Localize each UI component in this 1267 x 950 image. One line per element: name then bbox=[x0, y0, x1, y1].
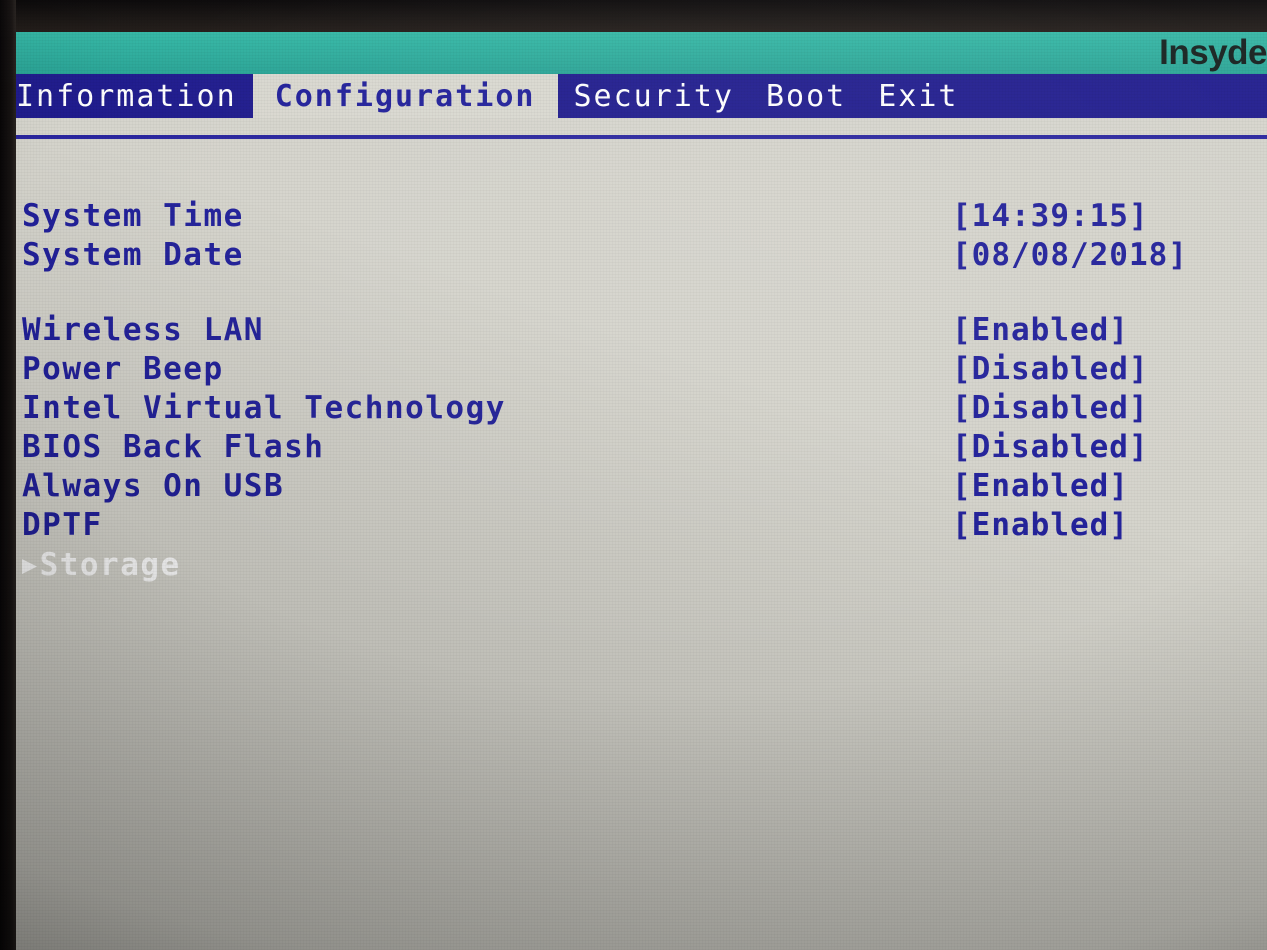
bios-brand-header: Insyde bbox=[0, 32, 1267, 74]
tabbar-filler bbox=[975, 74, 1267, 118]
setting-row-power-beep[interactable]: Power Beep [Disabled] bbox=[22, 350, 1262, 389]
tab-information[interactable]: Information bbox=[0, 74, 253, 118]
laptop-bezel-left bbox=[0, 0, 16, 950]
tab-configuration[interactable]: Configuration bbox=[252, 74, 558, 118]
setting-label-dptf: DPTF bbox=[22, 507, 103, 543]
tab-exit[interactable]: Exit bbox=[862, 74, 974, 118]
laptop-bezel-top bbox=[0, 0, 1267, 32]
setting-label-storage: ▶Storage bbox=[22, 545, 181, 585]
configuration-panel: System Time [14:39:15] System Date [08/0… bbox=[8, 135, 1267, 950]
setting-row-always-on-usb[interactable]: Always On USB [Enabled] bbox=[22, 467, 1262, 506]
setting-row-wireless-lan[interactable]: Wireless LAN [Enabled] bbox=[22, 311, 1262, 350]
setting-row-system-date[interactable]: System Date [08/08/2018] bbox=[22, 236, 1262, 275]
setting-row-storage-submenu[interactable]: ▶Storage bbox=[22, 545, 1262, 584]
setting-label-always-on-usb: Always On USB bbox=[22, 468, 285, 504]
setting-label-bios-back-flash: BIOS Back Flash bbox=[22, 429, 325, 465]
bios-setup-screen: Insyde Information Configuration Securit… bbox=[0, 0, 1267, 950]
setting-row-dptf[interactable]: DPTF [Enabled] bbox=[22, 506, 1262, 545]
submenu-arrow-icon: ▶ bbox=[22, 550, 39, 579]
settings-spacer-row bbox=[22, 275, 1262, 311]
setting-row-intel-virtual-technology[interactable]: Intel Virtual Technology [Disabled] bbox=[22, 389, 1262, 428]
tabbar-underline-strip bbox=[0, 118, 1267, 136]
setting-value-bios-back-flash[interactable]: [Disabled] bbox=[952, 428, 1149, 467]
setting-label-intel-virtual-technology: Intel Virtual Technology bbox=[22, 390, 506, 426]
tab-security[interactable]: Security bbox=[558, 74, 751, 118]
setting-label-system-time: System Time bbox=[22, 198, 244, 234]
setting-label-system-date: System Date bbox=[22, 237, 244, 273]
bios-menu-tabbar[interactable]: Information Configuration Security Boot … bbox=[0, 74, 1267, 118]
setting-row-bios-back-flash[interactable]: BIOS Back Flash [Disabled] bbox=[22, 428, 1262, 467]
setting-value-system-time[interactable]: [14:39:15] bbox=[952, 197, 1149, 236]
setting-value-wireless-lan[interactable]: [Enabled] bbox=[952, 311, 1129, 350]
setting-value-always-on-usb[interactable]: [Enabled] bbox=[952, 467, 1129, 506]
setting-label-power-beep: Power Beep bbox=[22, 351, 224, 387]
setting-label-wireless-lan: Wireless LAN bbox=[22, 312, 264, 348]
setting-value-dptf[interactable]: [Enabled] bbox=[952, 506, 1129, 545]
setting-row-system-time[interactable]: System Time [14:39:15] bbox=[22, 197, 1262, 236]
settings-list: System Time [14:39:15] System Date [08/0… bbox=[22, 197, 1262, 584]
insyde-brand-label: Insyde bbox=[1159, 33, 1267, 72]
setting-value-power-beep[interactable]: [Disabled] bbox=[952, 350, 1149, 389]
setting-value-system-date[interactable]: [08/08/2018] bbox=[952, 236, 1188, 275]
setting-value-intel-virtual-technology[interactable]: [Disabled] bbox=[952, 389, 1149, 428]
storage-label-text: Storage bbox=[39, 547, 181, 583]
tab-boot[interactable]: Boot bbox=[750, 74, 862, 118]
